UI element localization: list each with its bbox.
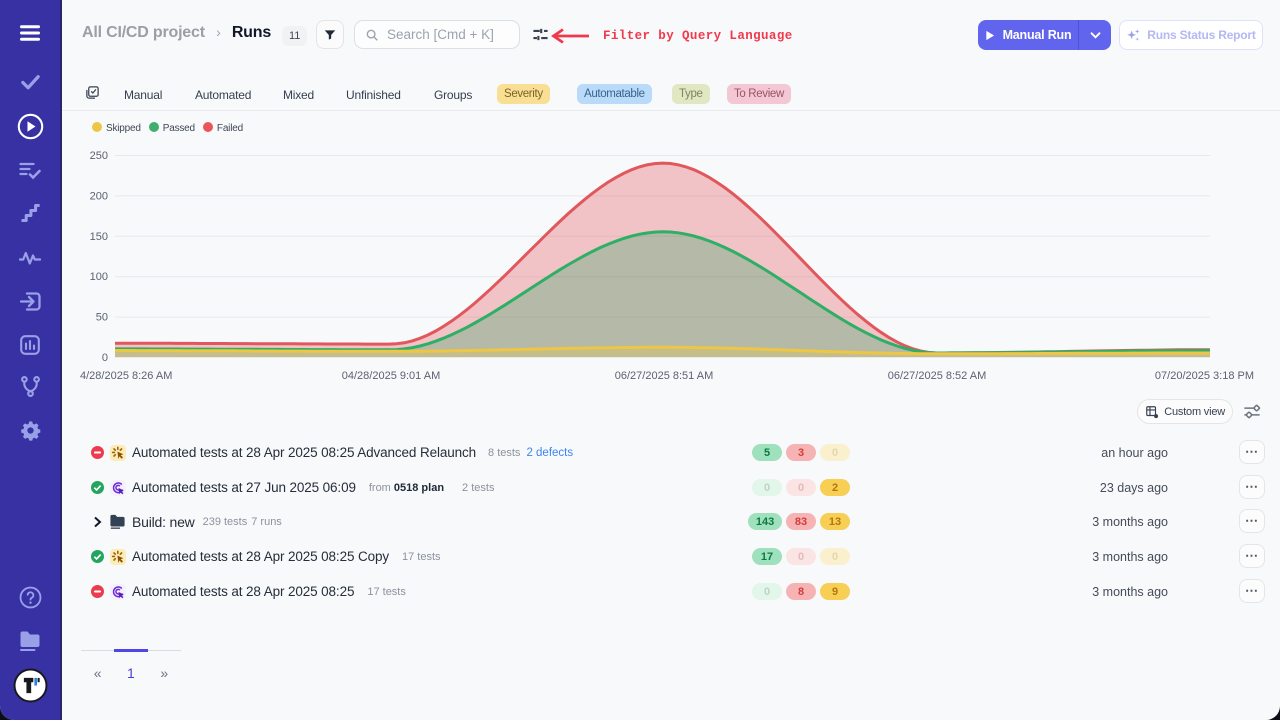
svg-text:50: 50	[96, 312, 108, 324]
svg-text:250: 250	[90, 150, 108, 162]
svg-text:06/27/2025 8:51 AM: 06/27/2025 8:51 AM	[615, 370, 713, 382]
svg-text:04/28/2025 9:01 AM: 04/28/2025 9:01 AM	[342, 370, 440, 382]
svg-text:150: 150	[90, 231, 108, 243]
svg-text:4/28/2025 8:26 AM: 4/28/2025 8:26 AM	[80, 370, 172, 382]
svg-text:0: 0	[102, 352, 108, 364]
svg-text:100: 100	[90, 271, 108, 283]
svg-text:200: 200	[90, 190, 108, 202]
svg-text:06/27/2025 8:52 AM: 06/27/2025 8:52 AM	[888, 370, 986, 382]
svg-text:07/20/2025 3:18 PM: 07/20/2025 3:18 PM	[1155, 370, 1254, 382]
